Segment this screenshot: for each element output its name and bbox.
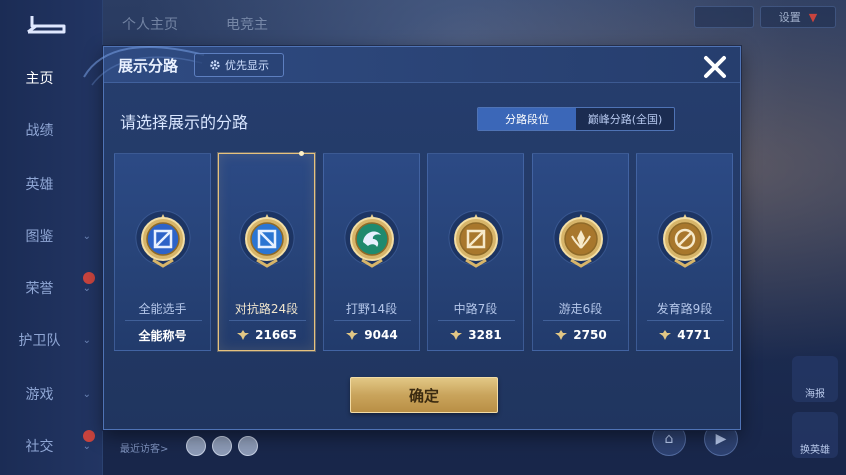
lane-card-name: 发育路9段: [656, 302, 713, 316]
card-divider: [334, 320, 411, 321]
lane-card-name: 对抗路24段: [234, 302, 299, 316]
avatar[interactable]: [212, 436, 232, 456]
sidebar-item-label: 战绩: [25, 123, 54, 139]
chevron-down-icon: ⌄: [82, 440, 91, 452]
modal-subtitle: 请选择展示的分路: [120, 113, 249, 132]
peak-points-icon: [237, 330, 250, 340]
sidebar-item[interactable]: 荣誉 ⌄: [0, 268, 103, 308]
new-badge-icon: [83, 430, 95, 442]
top-tab-esports[interactable]: 电竞主: [226, 14, 268, 34]
gear-icon: [210, 60, 220, 70]
lane-card[interactable]: 打野14段 9044: [323, 153, 420, 351]
priority-display-button[interactable]: 优先显示: [194, 53, 284, 77]
lane-card-name: 游走6段: [558, 302, 603, 316]
sidebar-item-label: 游戏: [25, 387, 54, 403]
chevron-down-icon: ⌄: [82, 282, 91, 294]
lane-card[interactable]: 中路7段 3281: [427, 153, 524, 351]
avatar[interactable]: [238, 436, 258, 456]
sidebar-item-label: 主页: [25, 71, 54, 87]
clash-lane-icon: [239, 210, 295, 268]
settings-label: 设置: [778, 11, 801, 24]
change-hero-label: 换英雄: [800, 445, 830, 456]
sidebar-item[interactable]: 图鉴 ⌄: [0, 216, 103, 256]
sidebar-item[interactable]: 主页: [0, 58, 103, 98]
sidebar-item[interactable]: 护卫队 ⌄: [0, 320, 103, 360]
lane-card-stat: 全能称号: [115, 326, 210, 344]
lane-card-name: 打野14段: [345, 302, 398, 316]
sidebar-item[interactable]: 战绩: [0, 110, 103, 150]
lane-card-stat: 4771: [637, 326, 732, 344]
top-tab-profile[interactable]: 个人主页: [122, 14, 178, 34]
card-divider: [438, 320, 515, 321]
lane-card-name: 全能选手: [138, 302, 187, 316]
roam-icon: [553, 210, 609, 268]
sidebar-item[interactable]: 社交 ⌄: [0, 426, 103, 466]
poster-button[interactable]: 海报: [792, 356, 838, 402]
top-status-chip: [694, 6, 754, 28]
mid-lane-icon: [448, 210, 504, 268]
peak-points-icon: [555, 330, 568, 340]
selected-sparkle-icon: [299, 151, 304, 156]
poster-label: 海报: [805, 389, 825, 400]
chevron-down-icon: ▼: [808, 10, 818, 24]
peak-points-icon: [450, 330, 463, 340]
lane-card-stat-value: 9044: [364, 328, 398, 342]
lane-card[interactable]: 全能选手 全能称号: [114, 153, 211, 351]
back-arrow-icon[interactable]: [24, 12, 70, 38]
sidebar-item-label: 英雄: [25, 177, 54, 193]
farm-lane-icon: [657, 210, 713, 268]
lane-card-stat-value: 2750: [573, 328, 607, 342]
avatar[interactable]: [186, 436, 206, 456]
sidebar-item-label: 护卫队: [18, 333, 61, 349]
card-divider: [647, 320, 724, 321]
chevron-down-icon: ⌄: [82, 230, 91, 242]
lane-card[interactable]: 发育路9段 4771: [636, 153, 733, 351]
lane-card[interactable]: 游走6段 2750: [532, 153, 629, 351]
sidebar-item[interactable]: 英雄: [0, 164, 103, 204]
peak-points-icon: [659, 330, 672, 340]
lane-display-modal: 展示分路 优先显示 请选择展示的分路 分路段位 巅峰分路(全国) 全能选手全能称…: [83, 46, 741, 430]
settings-button[interactable]: 设置 ▼: [760, 6, 836, 28]
tab-peak-lane-national[interactable]: 巅峰分路(全国): [576, 108, 674, 130]
peak-points-icon: [346, 330, 359, 340]
lane-card-name: 中路7段: [453, 302, 498, 316]
lane-card-stat-value: 21665: [255, 328, 297, 342]
card-divider: [229, 320, 306, 321]
card-divider: [125, 320, 202, 321]
lane-card-stat: 9044: [324, 326, 419, 344]
priority-display-label: 优先显示: [225, 59, 269, 72]
confirm-button[interactable]: 确定: [350, 377, 498, 413]
modal-title: 展示分路: [118, 57, 179, 75]
all-round-icon: [135, 210, 191, 268]
lane-card-stat: 21665: [219, 326, 314, 344]
sidebar-item-label: 荣誉: [25, 281, 54, 297]
tab-lane-rank[interactable]: 分路段位: [478, 108, 576, 130]
close-icon[interactable]: [699, 51, 731, 83]
sidebar-item-label: 图鉴: [25, 229, 54, 245]
new-badge-icon: [83, 272, 95, 284]
lane-card-stat-value: 3281: [468, 328, 502, 342]
change-hero-button[interactable]: 换英雄: [792, 412, 838, 458]
chevron-down-icon: ⌄: [82, 334, 91, 346]
left-nav: 主页战绩英雄图鉴 ⌄ 荣誉 ⌄ 护卫队 ⌄ 游戏 ⌄ 社交 ⌄: [0, 0, 103, 475]
lane-card-list: 全能选手 全能称号 对抗路24段 21665 打野14段 9044 中路7段 3281 游走6段…: [114, 151, 734, 351]
lane-card-stat: 2750: [533, 326, 628, 344]
lane-card-stat-value: 全能称号: [138, 328, 187, 343]
jungle-icon: [344, 210, 400, 268]
lane-card-stat: 3281: [428, 326, 523, 344]
chevron-down-icon: ⌄: [82, 388, 91, 400]
confirm-label: 确定: [408, 386, 439, 405]
lane-type-segmented-control: 分路段位 巅峰分路(全国): [477, 107, 675, 131]
lane-card[interactable]: 对抗路24段 21665: [218, 151, 315, 351]
sidebar-item[interactable]: 游戏 ⌄: [0, 374, 103, 414]
card-divider: [543, 320, 620, 321]
lane-card-stat-value: 4771: [677, 328, 711, 342]
sidebar-item-label: 社交: [25, 439, 54, 455]
recent-visitors-link[interactable]: 最近访客>: [120, 440, 168, 455]
